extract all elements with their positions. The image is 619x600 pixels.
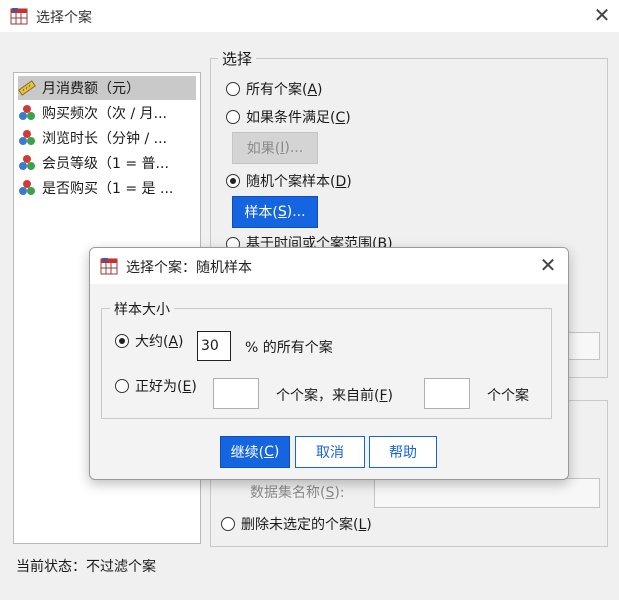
approx-suffix: % 的所有个案 [245, 340, 333, 356]
exact-from-input[interactable] [424, 378, 470, 409]
dataset-name-input[interactable] [374, 478, 600, 508]
dialog-title: 选择个案：随机样本 [126, 260, 252, 276]
help-button[interactable]: 帮助 [369, 436, 437, 468]
close-icon[interactable]: ✕ [536, 254, 560, 278]
nominal-balls-icon [19, 130, 35, 145]
dataset-name-label: 数据集名称(S): [250, 485, 345, 501]
all-cases-radio[interactable] [226, 82, 240, 96]
variable-label: 会员等级（1 = 普... [42, 156, 169, 172]
if-button: 如果(I)... [232, 132, 318, 164]
status-text: 当前状态：不过滤个案 [16, 559, 156, 575]
approx-label[interactable]: 大约(A) [135, 331, 184, 351]
variable-label: 是否购买（1 = 是 ... [42, 181, 174, 197]
variable-item[interactable]: 浏览时长（分钟 / ... [18, 126, 196, 150]
approx-percent-input[interactable]: 30 [197, 331, 231, 361]
range-field[interactable] [568, 332, 600, 360]
variable-item[interactable]: 会员等级（1 = 普... [18, 151, 196, 175]
all-cases-label[interactable]: 所有个案(A) [246, 79, 323, 99]
variable-item[interactable]: 是否购买（1 = 是 ... [18, 176, 196, 200]
select-group-legend: 选择 [218, 48, 257, 69]
variable-item[interactable]: 购买频次（次 / 月... [18, 101, 196, 125]
delete-unselected-label[interactable]: 删除未选定的个案(L) [241, 514, 372, 534]
sample-button[interactable]: 样本(S)... [232, 196, 318, 228]
close-icon[interactable]: ✕ [590, 4, 614, 28]
random-sample-radio[interactable] [226, 174, 240, 188]
app-icon [10, 8, 28, 25]
variable-label: 月消费额（元） [42, 81, 140, 97]
approx-radio[interactable] [115, 334, 129, 348]
random-sample-dialog: 选择个案：随机样本 ✕ 样本大小 大约(A) 30 % 的所有个案 正好为(E)… [89, 247, 569, 480]
exact-label[interactable]: 正好为(E) [135, 376, 197, 396]
nominal-balls-icon [19, 155, 35, 170]
variable-label: 购买频次（次 / 月... [42, 106, 167, 122]
nominal-balls-icon [19, 105, 35, 120]
ruler-icon [18, 80, 36, 96]
random-sample-label[interactable]: 随机个案样本(D) [246, 171, 352, 191]
exact-count-input[interactable] [213, 378, 259, 409]
if-condition-label[interactable]: 如果条件满足(C) [246, 107, 351, 127]
sample-size-legend: 样本大小 [110, 299, 174, 319]
window-titlebar [0, 0, 619, 32]
exact-suffix: 个个案 [487, 388, 529, 404]
cancel-button[interactable]: 取消 [295, 436, 365, 468]
variable-item[interactable]: 月消费额（元） [18, 76, 196, 100]
window-title: 选择个案 [36, 10, 92, 26]
exact-mid-label: 个个案，来自前(F) [276, 388, 393, 404]
exact-radio[interactable] [115, 379, 129, 393]
if-condition-radio[interactable] [226, 110, 240, 124]
variable-label: 浏览时长（分钟 / ... [42, 131, 167, 147]
continue-button[interactable]: 继续(C) [220, 436, 290, 468]
delete-unselected-radio[interactable] [221, 517, 235, 531]
app-icon [100, 258, 118, 275]
nominal-balls-icon [19, 180, 35, 195]
